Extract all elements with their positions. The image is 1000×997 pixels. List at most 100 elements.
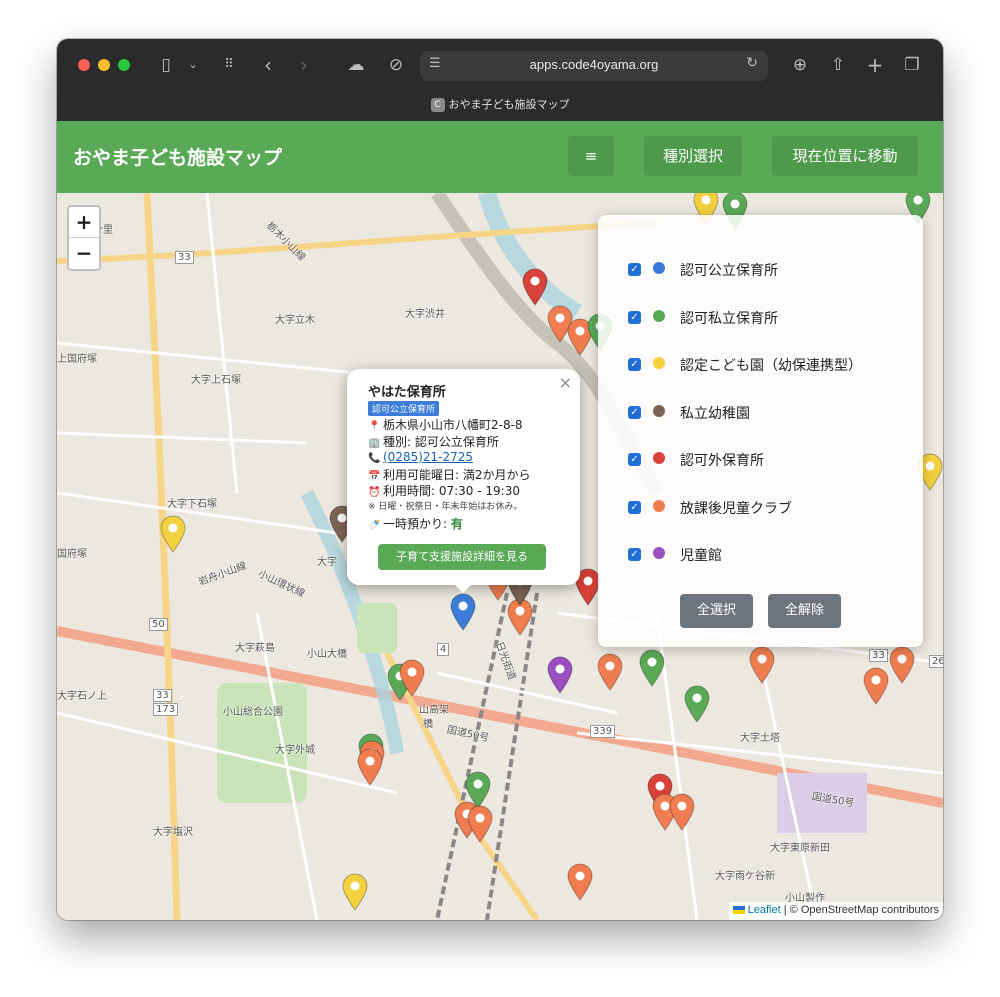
category-color-dot: [653, 452, 665, 464]
leaflet-link[interactable]: Leaflet: [748, 904, 781, 916]
road-number: 50: [149, 618, 168, 631]
favicon-icon: C: [430, 98, 445, 112]
filter-label: 認可外保育所: [680, 453, 764, 469]
road-number: 26: [929, 655, 943, 668]
map-place-label: 大字石ノ上: [57, 691, 107, 702]
map-place-label: 橋: [423, 719, 433, 730]
filter-checkbox[interactable]: ✓: [628, 263, 641, 276]
facility-marker[interactable]: [889, 646, 915, 684]
ukraine-flag-icon: [732, 906, 745, 915]
address-bar[interactable]: ☰ apps.code4oyama.org ↻: [420, 51, 768, 81]
close-window-button[interactable]: [78, 59, 90, 71]
facility-marker[interactable]: [597, 653, 623, 691]
facility-note: ※ 日曜・祝祭日・年末年始はお休み。: [368, 502, 523, 512]
facility-marker[interactable]: [684, 685, 710, 723]
facility-marker[interactable]: [547, 656, 573, 694]
category-color-dot: [653, 309, 665, 322]
phone-link[interactable]: (0285)21-2725: [383, 450, 473, 464]
map-place-label: 上国府塚: [57, 354, 97, 365]
facility-marker[interactable]: [863, 667, 889, 705]
filter-checkbox[interactable]: ✓: [628, 548, 641, 561]
map-pin-icon: [669, 793, 695, 831]
map-place-label: 大字塩沢: [153, 827, 193, 838]
map-place-label: 大字渋井: [405, 309, 445, 320]
tab-overview-icon[interactable]: ⠿: [217, 53, 241, 77]
map-place-label: 山高架: [419, 705, 449, 716]
facility-marker[interactable]: [342, 873, 368, 911]
map-attribution: Leaflet | © OpenStreetMap contributors: [728, 902, 943, 920]
map-place-label: 国府塚: [57, 549, 87, 560]
map-pin-icon: [597, 653, 623, 691]
selected-facility-marker[interactable]: [450, 593, 476, 631]
map-pin-icon: [567, 863, 593, 901]
facility-temp-care: 🍼 一時預かり: 有: [368, 515, 463, 532]
locate-button[interactable]: 現在位置に移動: [772, 136, 918, 176]
download-icon[interactable]: ⊕: [790, 53, 810, 77]
road-number: 4: [437, 643, 450, 656]
filter-checkbox[interactable]: ✓: [628, 453, 641, 466]
filter-label: 児童館: [680, 548, 722, 564]
filter-checkbox[interactable]: ✓: [628, 358, 641, 371]
bottle-icon: 🍼: [368, 520, 381, 531]
facility-marker[interactable]: [522, 268, 548, 306]
facility-marker[interactable]: [639, 649, 665, 687]
share-icon[interactable]: ⇧: [828, 53, 848, 77]
map-place-label: 大字下石塚: [167, 499, 217, 510]
facility-hours: ⏰ 利用時間: 07:30 - 19:30: [368, 482, 520, 499]
link-icon[interactable]: ⊘: [386, 53, 406, 77]
facility-marker[interactable]: [567, 863, 593, 901]
road-name-label: 小山総合公園: [223, 707, 283, 718]
map-place-label: 大字上石塚: [191, 375, 241, 386]
category-color-dot: [653, 499, 665, 512]
popup-close-button[interactable]: ×: [559, 373, 572, 392]
filter-checkbox[interactable]: ✓: [628, 310, 641, 324]
facility-detail-button[interactable]: 子育て支援施設詳細を見る: [378, 544, 546, 570]
back-icon[interactable]: ‹: [261, 53, 275, 77]
chevron-down-icon[interactable]: ⌄: [187, 53, 199, 77]
map-place-label: 大字東原新田: [770, 843, 830, 854]
active-tab[interactable]: C おやま子ども施設マップ: [57, 96, 943, 112]
sidebar-icon[interactable]: ▯: [155, 53, 177, 77]
filter-label: 認可私立保育所: [680, 310, 778, 327]
facility-marker[interactable]: [399, 659, 425, 697]
select-all-button[interactable]: 全選択: [680, 594, 753, 628]
map-pin-icon: [684, 685, 710, 723]
map-pin-icon: [547, 656, 573, 694]
facility-type-badge: 認可公立保育所: [368, 401, 440, 416]
facility-marker[interactable]: [467, 805, 493, 843]
tabs-icon[interactable]: ❐: [902, 53, 922, 77]
map-view[interactable]: 今里 大字立木 大字渋井 上国府塚 大字上石塚 大字下石塚 国府塚 大字 大字萩…: [57, 193, 943, 920]
cloud-icon[interactable]: ☁: [344, 53, 368, 77]
type-select-button[interactable]: 種別選択: [644, 136, 742, 176]
hours-text: 利用時間: 07:30 - 19:30: [383, 484, 520, 498]
pin-icon: 📍: [368, 421, 381, 432]
map-place-label: 大字雨ケ谷新: [715, 871, 775, 882]
road-number: 33: [175, 251, 194, 264]
calendar-icon: 📅: [368, 471, 381, 482]
minimize-window-button[interactable]: [98, 59, 110, 71]
filter-label: 私立幼稚園: [680, 405, 750, 422]
map-pin-icon: [357, 748, 383, 786]
age-text: 利用可能曜日: 満2か月から: [383, 468, 531, 482]
facility-marker[interactable]: [160, 515, 186, 553]
osm-attribution: © OpenStreetMap contributors: [789, 904, 939, 916]
new-tab-icon[interactable]: +: [865, 53, 885, 77]
zoom-in-button[interactable]: +: [69, 207, 99, 238]
menu-button[interactable]: ≡: [568, 136, 614, 176]
map-place-label: 大字: [317, 557, 337, 568]
zoom-control: + −: [67, 205, 101, 271]
maximize-window-button[interactable]: [118, 59, 130, 71]
map-pin-icon: [467, 805, 493, 843]
reload-icon[interactable]: ↻: [746, 55, 758, 71]
map-place-label: 大字立木: [275, 315, 315, 326]
facility-marker[interactable]: [749, 646, 775, 684]
filter-checkbox[interactable]: ✓: [628, 405, 641, 419]
category-color-dot: [653, 404, 665, 417]
deselect-all-button[interactable]: 全解除: [768, 594, 841, 628]
forward-icon[interactable]: ›: [297, 53, 311, 77]
app-header: おやま子ども施設マップ ≡ 種別選択 現在位置に移動: [57, 121, 943, 193]
filter-checkbox[interactable]: ✓: [628, 500, 641, 514]
facility-marker[interactable]: [357, 748, 383, 786]
zoom-out-button[interactable]: −: [69, 238, 99, 269]
facility-marker[interactable]: [669, 793, 695, 831]
